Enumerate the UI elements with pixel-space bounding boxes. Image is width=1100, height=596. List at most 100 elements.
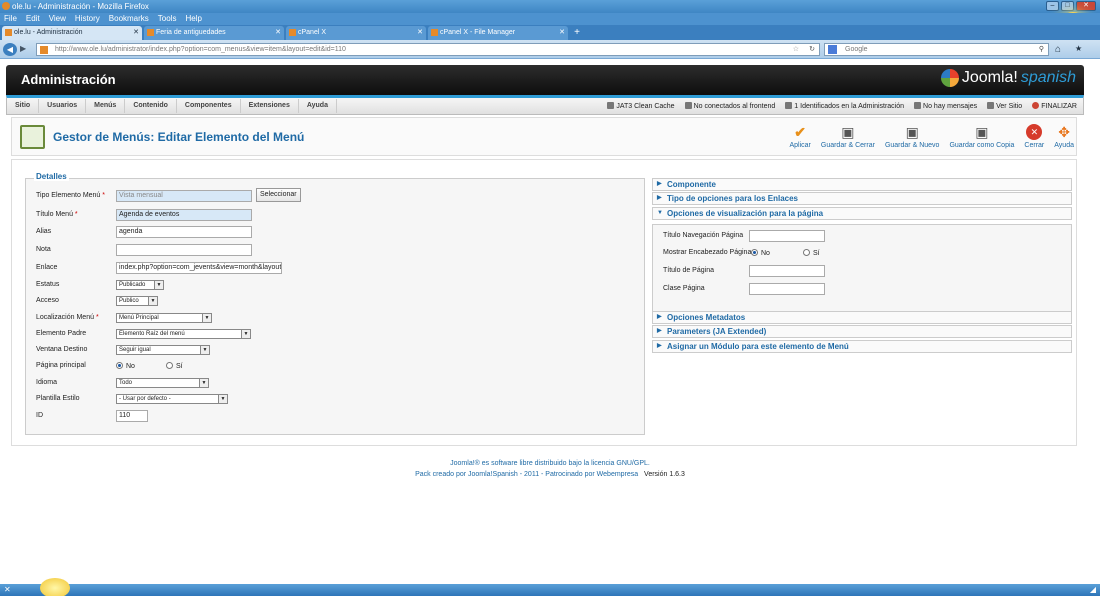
- tipo-label-text: Tipo Elemento Menú: [36, 192, 101, 199]
- bookmark-star-icon[interactable]: ☆: [793, 44, 799, 55]
- search-bar[interactable]: Google ⚲: [824, 43, 1049, 56]
- submenu-usuarios[interactable]: Usuarios: [39, 99, 87, 113]
- back-arrow-icon[interactable]: ◀: [3, 43, 17, 56]
- idioma-value: Todo: [119, 380, 133, 386]
- menu-help[interactable]: Help: [185, 13, 201, 25]
- ventana-select[interactable]: Seguir igual ▼: [116, 345, 210, 355]
- reload-icon[interactable]: ↻: [809, 44, 815, 55]
- panel-tipo-enlaces-label: Tipo de opciones para los Enlaces: [667, 194, 799, 203]
- tab-close-icon[interactable]: ✕: [559, 26, 565, 40]
- close-window-icon[interactable]: ✕: [1076, 1, 1096, 11]
- idioma-select[interactable]: Todo ▼: [116, 378, 209, 388]
- tab-close-icon[interactable]: ✕: [417, 26, 423, 40]
- titulo-pagina-input[interactable]: [749, 265, 825, 277]
- panel-componente[interactable]: ▶ Componente: [652, 178, 1072, 191]
- cpanel-favicon-icon: [289, 29, 296, 36]
- estatus-label: Estatus: [36, 281, 60, 288]
- submenu-ayuda[interactable]: Ayuda: [299, 99, 337, 113]
- chevron-down-icon: ▼: [154, 281, 163, 289]
- view-site-link[interactable]: Ver Sitio: [987, 102, 1022, 110]
- panel-metadatos[interactable]: ▶ Opciones Metadatos: [652, 311, 1072, 324]
- row-localizacion: Localización Menú * Menú Principal ▼: [36, 312, 636, 326]
- panel-opciones-visualizacion[interactable]: ▼ Opciones de visualización para la págin…: [652, 207, 1072, 220]
- menu-history[interactable]: History: [75, 13, 100, 25]
- padre-select[interactable]: Elemento Raíz del menú ▼: [116, 329, 251, 339]
- messages-status[interactable]: No hay mensajes: [914, 102, 977, 110]
- submenu-extensiones[interactable]: Extensiones: [241, 99, 299, 113]
- chevron-right-icon: ▶: [657, 343, 662, 349]
- acceso-select[interactable]: Publico ▼: [116, 296, 158, 306]
- plantilla-select[interactable]: - Usar por defecto - ▼: [116, 394, 228, 404]
- taskbar-close-icon[interactable]: ✕: [4, 585, 11, 594]
- submenu-contenido[interactable]: Contenido: [125, 99, 177, 113]
- localizacion-select[interactable]: Menú Principal ▼: [116, 313, 212, 323]
- panel-opciones-body: Título Navegación Página Mostrar Encabez…: [652, 224, 1072, 313]
- new-tab-icon[interactable]: +: [570, 26, 584, 40]
- tab-close-icon[interactable]: ✕: [275, 26, 281, 40]
- tab-ole-admin[interactable]: ole.lu - Administración ✕: [2, 26, 142, 40]
- menu-edit[interactable]: Edit: [26, 13, 40, 25]
- url-bar[interactable]: http://www.ole.lu/administrator/index.ph…: [36, 43, 820, 56]
- close-button[interactable]: ✕ Cerrar: [1024, 124, 1044, 149]
- tab-feria[interactable]: Feria de antiguedades ✕: [144, 26, 284, 40]
- ventana-value: Seguir igual: [119, 347, 151, 353]
- sun-decoration-icon: [40, 578, 70, 596]
- chevron-down-icon: ▼: [199, 379, 208, 387]
- encabezado-si-radio[interactable]: Sí: [803, 249, 820, 257]
- estatus-select[interactable]: Publicado ▼: [116, 280, 164, 290]
- principal-no-radio[interactable]: No: [116, 362, 135, 370]
- row-clase: Clase Página: [663, 283, 1063, 297]
- enlace-label: Enlace: [36, 264, 58, 271]
- help-lifebuoy-icon: ✥: [1058, 124, 1070, 140]
- save-icon: ▣: [841, 124, 855, 140]
- alias-input[interactable]: agenda: [116, 226, 252, 238]
- joomla-favicon-icon: [147, 29, 154, 36]
- required-marker: *: [95, 314, 99, 321]
- clase-input[interactable]: [749, 283, 825, 295]
- clean-cache-link[interactable]: JAT3 Clean Cache: [607, 102, 675, 110]
- maximize-icon[interactable]: □: [1061, 1, 1074, 11]
- submenu-menus[interactable]: Menús: [86, 99, 126, 113]
- search-icon[interactable]: ⚲: [1039, 44, 1044, 55]
- save-copy-button[interactable]: ▣ Guardar como Copia: [949, 124, 1014, 149]
- content-area: Detalles Tipo Elemento Menú * Vista mens…: [11, 159, 1077, 446]
- bookmarks-icon[interactable]: ★: [1075, 44, 1082, 53]
- footer-license[interactable]: Joomla!® es software libre distribuido b…: [0, 458, 1100, 469]
- enlace-input[interactable]: index.php?option=com_jevents&view=month&…: [116, 262, 282, 274]
- principal-si-radio[interactable]: Sí: [166, 362, 183, 370]
- radio-checked-icon: [116, 362, 123, 369]
- nav-titulo-input[interactable]: [749, 230, 825, 242]
- titulo-input[interactable]: Agenda de eventos: [116, 209, 252, 221]
- encabezado-no-radio[interactable]: No: [751, 249, 770, 257]
- forward-arrow-icon[interactable]: ▶: [20, 44, 26, 53]
- menu-tools[interactable]: Tools: [158, 13, 177, 25]
- panel-parameters[interactable]: ▶ Parameters (JA Extended): [652, 325, 1072, 338]
- submenu-componentes[interactable]: Componentes: [177, 99, 241, 113]
- submenu-sitio[interactable]: Sitio: [7, 99, 40, 113]
- save-new-button[interactable]: ▣ Guardar & Nuevo: [885, 124, 939, 149]
- menu-view[interactable]: View: [49, 13, 66, 25]
- menu-bookmarks[interactable]: Bookmarks: [109, 13, 149, 25]
- titulo-label: Título Menú *: [36, 211, 78, 218]
- panel-tipo-enlaces[interactable]: ▶ Tipo de opciones para los Enlaces: [652, 192, 1072, 205]
- tab-close-icon[interactable]: ✕: [133, 26, 139, 40]
- select-type-button[interactable]: Seleccionar: [256, 188, 301, 202]
- apply-button[interactable]: ✔ Aplicar: [789, 124, 810, 149]
- principal-si-label: Sí: [176, 363, 183, 370]
- minimize-icon[interactable]: –: [1046, 1, 1059, 11]
- panel-modulo-label: Asignar un Módulo para este elemento de …: [667, 342, 849, 351]
- tab-cpanel-file-manager[interactable]: cPanel X - File Manager ✕: [428, 26, 568, 40]
- tab-cpanel[interactable]: cPanel X ✕: [286, 26, 426, 40]
- save-copy-icon: ▣: [975, 124, 989, 140]
- home-icon[interactable]: ⌂: [1055, 43, 1068, 56]
- panel-modulo[interactable]: ▶ Asignar un Módulo para este elemento de…: [652, 340, 1072, 353]
- footer-pack-link[interactable]: Pack creado por Joomla!Spanish - 2011 - …: [415, 471, 638, 478]
- save-close-button[interactable]: ▣ Guardar & Cerrar: [821, 124, 875, 149]
- help-button[interactable]: ✥ Ayuda: [1054, 124, 1074, 149]
- logout-label: FINALIZAR: [1041, 103, 1077, 110]
- joomla-logo-icon: [940, 69, 959, 87]
- nota-input[interactable]: [116, 244, 252, 256]
- logout-link[interactable]: FINALIZAR: [1032, 102, 1077, 110]
- padre-value: Elemento Raíz del menú: [119, 331, 185, 337]
- menu-file[interactable]: File: [4, 13, 17, 25]
